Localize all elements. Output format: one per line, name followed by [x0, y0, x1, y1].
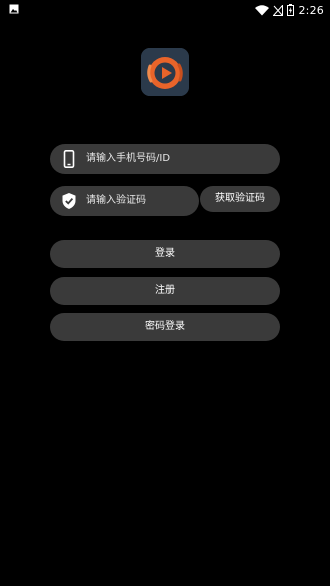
password-login-button[interactable]: 密码登录 [50, 313, 280, 341]
get-code-button[interactable]: 获取验证码 [200, 186, 280, 212]
app-logo [141, 48, 189, 96]
register-button[interactable]: 注册 [50, 277, 280, 305]
code-input[interactable]: 请输入验证码 [86, 186, 146, 216]
code-field[interactable]: 请输入验证码 [50, 186, 199, 216]
play-circle-logo-icon [141, 48, 189, 96]
phone-input[interactable]: 请输入手机号码/ID [86, 144, 170, 174]
wifi-icon [255, 4, 270, 15]
signal-off-icon [273, 4, 284, 16]
battery-charging-icon [287, 4, 295, 16]
shield-check-icon [62, 193, 76, 209]
status-time: 2:26 [298, 3, 324, 17]
status-bar: 2:26 [0, 0, 330, 20]
status-icons: 2:26 [255, 2, 324, 18]
image-notification-icon [9, 4, 19, 14]
phone-field[interactable]: 请输入手机号码/ID [50, 144, 280, 174]
phone-icon [63, 150, 75, 168]
login-button[interactable]: 登录 [50, 240, 280, 268]
